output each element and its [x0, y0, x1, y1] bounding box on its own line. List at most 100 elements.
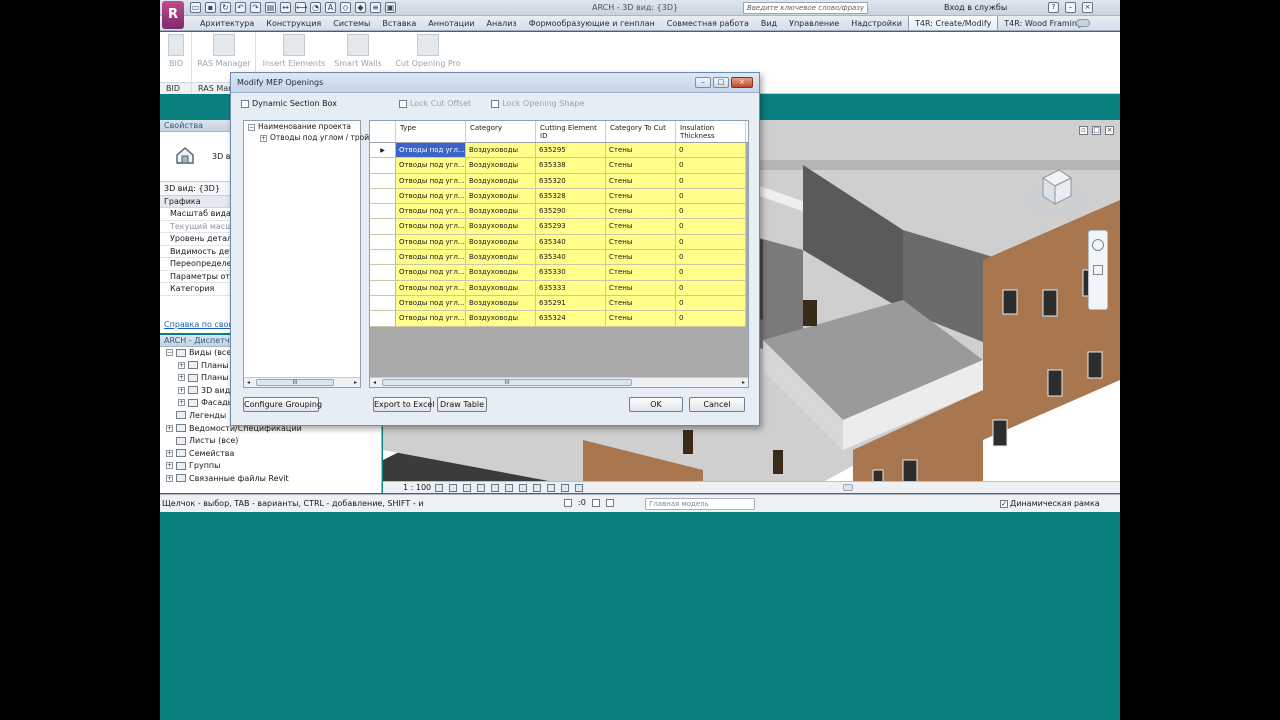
- table-cell[interactable]: Воздуховоды: [466, 250, 536, 266]
- smart-walls-button[interactable]: Smart Walls: [332, 34, 384, 68]
- browser-item[interactable]: + Семейства: [160, 448, 381, 461]
- table-cell[interactable]: Отводы под угл...: [396, 173, 466, 189]
- tab-view[interactable]: Вид: [755, 16, 783, 30]
- table-cell[interactable]: Стены: [606, 250, 676, 266]
- view-scale[interactable]: 1 : 100: [403, 483, 431, 492]
- table-cell[interactable]: Воздуховоды: [466, 204, 536, 220]
- reveal-hidden-icon[interactable]: [561, 484, 569, 492]
- configure-grouping-button[interactable]: Configure Grouping: [243, 397, 322, 412]
- thin-lines-icon[interactable]: ≡: [370, 2, 381, 13]
- table-cell[interactable]: 635290: [536, 204, 606, 220]
- table-row[interactable]: Отводы под угл... Воздуховоды 635328 Стены 0: [370, 188, 748, 205]
- close-icon[interactable]: ×: [1082, 2, 1093, 13]
- table-cell[interactable]: 0: [676, 158, 746, 174]
- table-cell[interactable]: 0: [676, 250, 746, 266]
- tab-structure[interactable]: Конструкция: [260, 16, 327, 30]
- table-cell[interactable]: Отводы под угл...: [396, 188, 466, 205]
- tab-t4r-create-modify[interactable]: T4R: Create/Modify: [907, 16, 999, 30]
- table-cell[interactable]: Воздуховоды: [466, 158, 536, 174]
- hide-isolate-icon[interactable]: [547, 484, 555, 492]
- bid-button[interactable]: BID: [164, 34, 188, 68]
- tab-t4r-wood-framing[interactable]: T4R: Wood Framing: [998, 16, 1088, 30]
- column-header[interactable]: Insulation Thickness: [676, 121, 746, 142]
- table-cell[interactable]: Отводы под угл...: [396, 158, 466, 174]
- table-cell[interactable]: Воздуховоды: [466, 219, 536, 235]
- table-cell[interactable]: 635293: [536, 219, 606, 235]
- lock-view-icon[interactable]: [533, 484, 541, 492]
- steering-wheel-icon[interactable]: [1092, 239, 1104, 251]
- table-cell[interactable]: Стены: [606, 295, 676, 312]
- expand-icon[interactable]: +: [178, 374, 185, 382]
- insert-elements-button[interactable]: Insert Elements: [262, 34, 326, 68]
- table-cell[interactable]: 0: [676, 219, 746, 235]
- table-cell[interactable]: Отводы под угл...: [396, 143, 466, 159]
- tree-node-project[interactable]: − Наименование проекта: [244, 121, 360, 132]
- scroll-left-icon[interactable]: ◂: [245, 379, 252, 386]
- table-cell[interactable]: Воздуховоды: [466, 234, 536, 251]
- table-row[interactable]: Отводы под угл... Воздуховоды 635338 Стены 0: [370, 158, 748, 174]
- lock-opening-shape-option[interactable]: Lock Opening Shape: [491, 99, 584, 108]
- render-icon[interactable]: [491, 484, 499, 492]
- row-header[interactable]: [370, 188, 396, 205]
- table-cell[interactable]: 0: [676, 143, 746, 159]
- ras-manager-button[interactable]: RAS Manager: [196, 34, 252, 68]
- detail-level-icon[interactable]: [435, 484, 443, 492]
- table-cell[interactable]: Стены: [606, 173, 676, 189]
- table-cell[interactable]: Отводы под угл...: [396, 204, 466, 220]
- crop-view-icon[interactable]: [505, 484, 513, 492]
- row-header[interactable]: [370, 280, 396, 296]
- table-cell[interactable]: 0: [676, 295, 746, 312]
- row-header[interactable]: [370, 311, 396, 327]
- design-options-icon[interactable]: [605, 498, 614, 507]
- open-icon[interactable]: ▭: [190, 2, 201, 13]
- table-cell[interactable]: Отводы под угл...: [396, 234, 466, 251]
- dialog-maximize-icon[interactable]: □: [713, 77, 729, 88]
- dimension-icon[interactable]: ⟷: [295, 2, 307, 13]
- tree-scroll-thumb[interactable]: III: [256, 379, 334, 386]
- column-header[interactable]: Category: [466, 121, 536, 142]
- table-cell[interactable]: 635340: [536, 250, 606, 266]
- table-row[interactable]: Отводы под угл... Воздуховоды 635291 Стены 0: [370, 295, 748, 312]
- design-option-combo[interactable]: Главная модель: [645, 498, 755, 510]
- viewport-scroll-thumb[interactable]: [843, 484, 853, 491]
- table-cell[interactable]: 635291: [536, 295, 606, 312]
- table-cell[interactable]: Стены: [606, 188, 676, 205]
- collapse-icon[interactable]: −: [166, 349, 173, 356]
- table-cell[interactable]: Воздуховоды: [466, 173, 536, 189]
- table-cell[interactable]: 635320: [536, 173, 606, 189]
- restore-view-icon[interactable]: ▫: [1079, 126, 1088, 135]
- table-row[interactable]: Отводы под угл... Воздуховоды 635293 Стены 0: [370, 219, 748, 235]
- table-row[interactable]: Отводы под угл... Воздуховоды 635290 Стены 0: [370, 204, 748, 220]
- save-icon[interactable]: ▪: [205, 2, 216, 13]
- browser-item[interactable]: + Связанные файлы Revit: [160, 473, 381, 486]
- table-row[interactable]: Отводы под угл... Воздуховоды 635340 Стены 0: [370, 250, 748, 266]
- table-cell[interactable]: Стены: [606, 204, 676, 220]
- table-cell[interactable]: 635328: [536, 188, 606, 205]
- dynamic-frame-checkbox[interactable]: ✓: [1000, 499, 1008, 508]
- table-cell[interactable]: 0: [676, 311, 746, 327]
- close-windows-icon[interactable]: ▣: [385, 2, 396, 13]
- sun-path-icon[interactable]: [463, 484, 471, 492]
- draw-table-button[interactable]: Draw Table: [437, 397, 487, 412]
- application-menu-button[interactable]: R: [162, 1, 184, 29]
- table-cell[interactable]: 0: [676, 265, 746, 281]
- grid-horizontal-scrollbar[interactable]: ◂ III ▸: [370, 377, 748, 387]
- dynamic-section-box-checkbox[interactable]: [241, 99, 249, 108]
- row-header[interactable]: [370, 265, 396, 281]
- measure-icon[interactable]: ↔: [280, 2, 291, 13]
- sign-in-link[interactable]: Вход в службы: [944, 3, 1007, 12]
- row-header[interactable]: [370, 295, 396, 312]
- dialog-minimize-icon[interactable]: –: [695, 77, 711, 88]
- table-cell[interactable]: Стены: [606, 234, 676, 251]
- expand-icon[interactable]: +: [166, 449, 173, 457]
- undo-icon[interactable]: ↶: [235, 2, 246, 13]
- browser-item[interactable]: + Группы: [160, 460, 381, 473]
- expand-icon[interactable]: +: [178, 361, 185, 369]
- help-icon[interactable]: ?: [1048, 2, 1059, 13]
- sync-icon[interactable]: ↻: [220, 2, 231, 13]
- row-header[interactable]: [370, 173, 396, 189]
- table-cell[interactable]: Воздуховоды: [466, 265, 536, 281]
- text-icon[interactable]: A: [325, 2, 336, 13]
- table-cell[interactable]: Воздуховоды: [466, 280, 536, 296]
- table-row[interactable]: ▶ Отводы под угл... Воздуховоды 635295 Стены…: [370, 143, 748, 159]
